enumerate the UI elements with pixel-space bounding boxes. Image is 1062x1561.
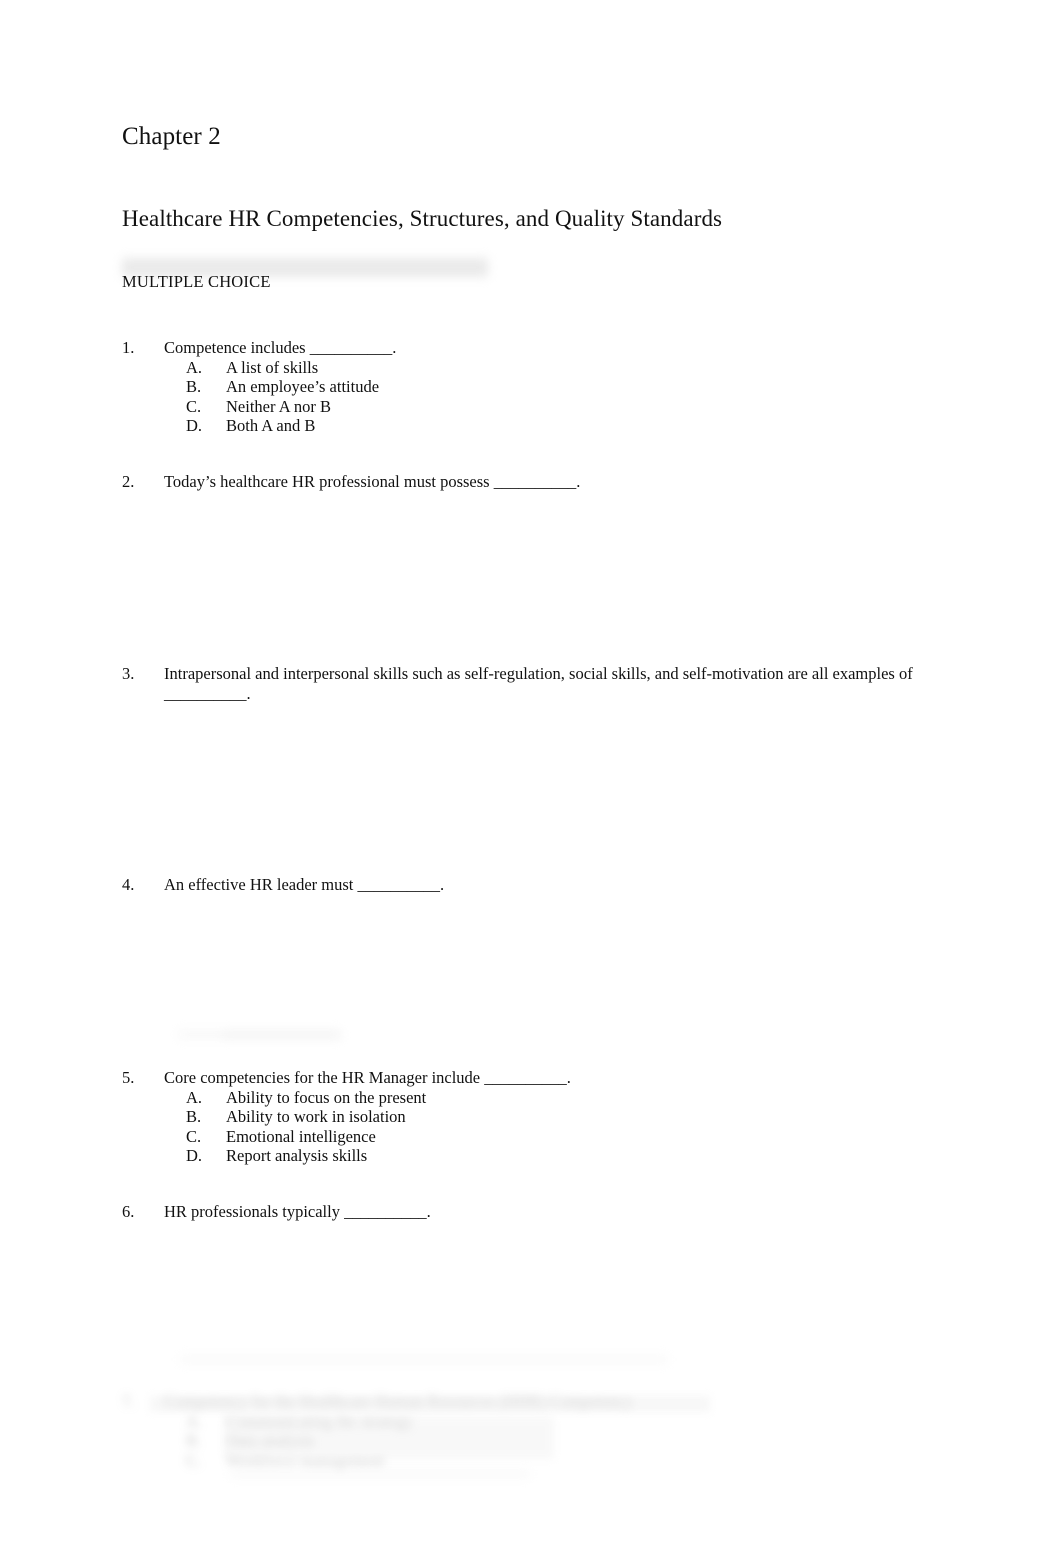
question-item: 3. Intrapersonal and interpersonal skill… (122, 664, 944, 703)
redacted-band-q4-b (222, 1031, 342, 1039)
obscured-option-text: Workforce management (226, 1450, 385, 1470)
option-letter: B. (186, 377, 202, 396)
obscured-option-letter: A. (186, 1411, 203, 1431)
redacted-smear-q7-line (150, 1396, 710, 1412)
option-letter: A. (186, 1087, 203, 1107)
question-number: 3. (122, 664, 135, 683)
question-item: 4. An effective HR leader must _________… (122, 875, 942, 895)
question-text: Competence includes __________. (164, 338, 397, 357)
obscured-question-text: Competency for the Healthcare Human Reso… (164, 1392, 633, 1411)
question-item: 1. Competence includes __________. A. A … (122, 338, 942, 436)
option-item: B. An employee’s attitude (186, 377, 942, 397)
question-item: 6. HR professionals typically __________… (122, 1202, 942, 1222)
obscured-option-text: Communicating the strategy (226, 1411, 413, 1431)
redacted-smear-q7-options (224, 1417, 554, 1459)
question-text: Today’s healthcare HR professional must … (164, 472, 581, 491)
obscured-option-letter: C. (186, 1450, 202, 1470)
question-number: 1. (122, 338, 135, 357)
obscured-option-item: B. Data analysis (186, 1431, 822, 1451)
redacted-smear-q7-tail (230, 1470, 530, 1478)
option-text: A list of skills (226, 357, 319, 377)
option-list: A. Ability to focus on the present B. Ab… (122, 1088, 942, 1166)
question-item: 2. Today’s healthcare HR professional mu… (122, 472, 942, 492)
option-text: Neither A nor B (226, 396, 331, 416)
option-letter: B. (186, 1107, 202, 1126)
option-text: Report analysis skills (226, 1146, 368, 1165)
document-page: Chapter 2 Healthcare HR Competencies, St… (0, 0, 1062, 1561)
redacted-band-q4-a (178, 1030, 340, 1039)
question-number: 4. (122, 875, 135, 894)
question-number: 5. (122, 1068, 135, 1087)
question-number: 6. (122, 1202, 135, 1221)
option-item: B. Ability to work in isolation (186, 1107, 942, 1127)
section-label-multiple-choice: MULTIPLE CHOICE (122, 272, 271, 291)
document-subtitle: Healthcare HR Competencies, Structures, … (122, 206, 723, 231)
option-item: A. Ability to focus on the present (186, 1088, 942, 1108)
obscured-option-item: A. Communicating the strategy (186, 1412, 822, 1432)
question-item: 5. Core competencies for the HR Manager … (122, 1068, 942, 1166)
obscured-option-list: A. Communicating the strategy B. Data an… (122, 1412, 822, 1471)
option-item: C. Emotional intelligence (186, 1127, 942, 1147)
option-text: Ability to focus on the present (226, 1087, 427, 1107)
option-item: D. Report analysis skills (186, 1146, 942, 1166)
option-text: Ability to work in isolation (226, 1107, 406, 1126)
question-text: Intrapersonal and interpersonal skills s… (164, 664, 913, 703)
option-letter: A. (186, 357, 203, 377)
option-text: Both A and B (226, 416, 316, 435)
question-text: Core competencies for the HR Manager inc… (164, 1068, 571, 1087)
obscured-option-text: Data analysis (226, 1431, 315, 1450)
obscured-question-number: 7. (122, 1392, 135, 1411)
option-letter: C. (186, 396, 202, 416)
question-text: An effective HR leader must __________. (164, 875, 445, 894)
obscured-option-item: C. Workforce management (186, 1451, 822, 1471)
option-item: C. Neither A nor B (186, 397, 942, 417)
chapter-title: Chapter 2 (122, 123, 221, 150)
option-letter: D. (186, 416, 203, 435)
option-item: A. A list of skills (186, 358, 942, 378)
obscured-option-letter: B. (186, 1431, 202, 1450)
option-text: An employee’s attitude (226, 377, 380, 396)
option-letter: C. (186, 1126, 202, 1146)
redacted-band-q6-answer (180, 1356, 668, 1363)
option-item: D. Both A and B (186, 416, 942, 436)
option-text: Emotional intelligence (226, 1126, 376, 1146)
option-letter: D. (186, 1146, 203, 1165)
obscured-question-item: 7. Competency for the Healthcare Human R… (122, 1392, 822, 1470)
question-text: HR professionals typically __________. (164, 1202, 431, 1221)
option-list: A. A list of skills B. An employee’s att… (122, 358, 942, 436)
question-number: 2. (122, 472, 135, 491)
